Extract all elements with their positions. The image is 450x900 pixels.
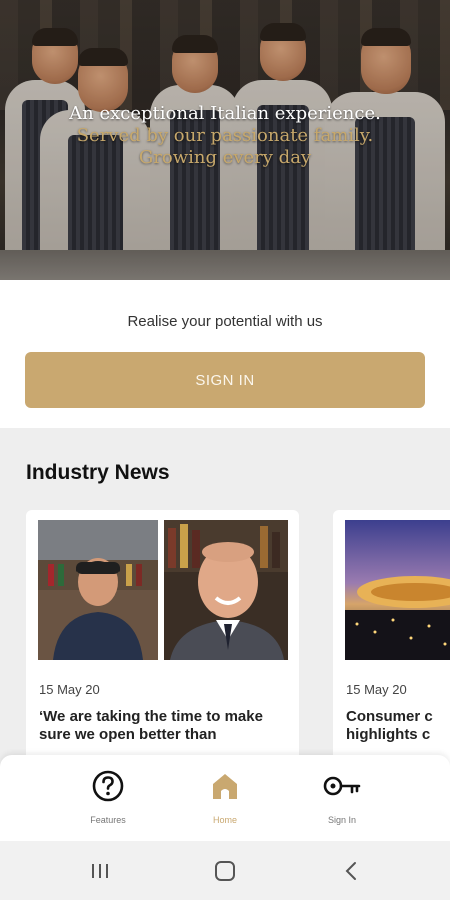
bottom-navigation: Features Home Sign In bbox=[0, 755, 450, 841]
home-icon bbox=[213, 774, 237, 799]
system-navigation-bar bbox=[0, 841, 450, 900]
signin-tagline: Realise your potential with us bbox=[127, 313, 323, 330]
person-photo bbox=[164, 520, 288, 660]
news-card-image bbox=[345, 520, 450, 660]
news-photo-right bbox=[164, 520, 288, 660]
nav-features[interactable]: Features bbox=[58, 769, 158, 829]
nav-home[interactable]: Home bbox=[175, 769, 275, 829]
question-circle-icon bbox=[92, 770, 124, 802]
key-icon bbox=[323, 776, 361, 796]
home-system-icon[interactable] bbox=[213, 859, 237, 883]
hero-line-2: Served by our passionate family. bbox=[76, 125, 374, 146]
nav-features-label: Features bbox=[90, 815, 126, 825]
back-icon[interactable] bbox=[340, 859, 364, 883]
news-card-image bbox=[38, 520, 288, 660]
news-card-title: Consumer c highlights c bbox=[346, 708, 433, 743]
nav-sign-in[interactable]: Sign In bbox=[292, 769, 392, 829]
news-heading: Industry News bbox=[26, 461, 170, 484]
news-card-title: ‘We are taking the time to make sure we … bbox=[39, 708, 263, 743]
hero-slogan: An exceptional Italian experience. Serve… bbox=[0, 103, 450, 169]
hero-line-3: Growing every day bbox=[138, 147, 312, 168]
recent-apps-icon[interactable] bbox=[88, 859, 112, 883]
hero-banner: An exceptional Italian experience. Serve… bbox=[0, 0, 450, 280]
stadium-photo bbox=[345, 520, 450, 660]
person-photo bbox=[38, 520, 158, 660]
sign-in-button[interactable]: SIGN IN bbox=[25, 352, 425, 408]
news-card-date: 15 May 20 bbox=[346, 682, 407, 697]
signin-section: Realise your potential with us SIGN IN bbox=[0, 280, 450, 428]
hero-line-1: An exceptional Italian experience. bbox=[69, 103, 381, 124]
news-photo-left bbox=[38, 520, 158, 660]
nav-home-label: Home bbox=[212, 815, 237, 825]
news-card-date: 15 May 20 bbox=[39, 682, 100, 697]
nav-sign-in-label: Sign In bbox=[327, 815, 357, 825]
